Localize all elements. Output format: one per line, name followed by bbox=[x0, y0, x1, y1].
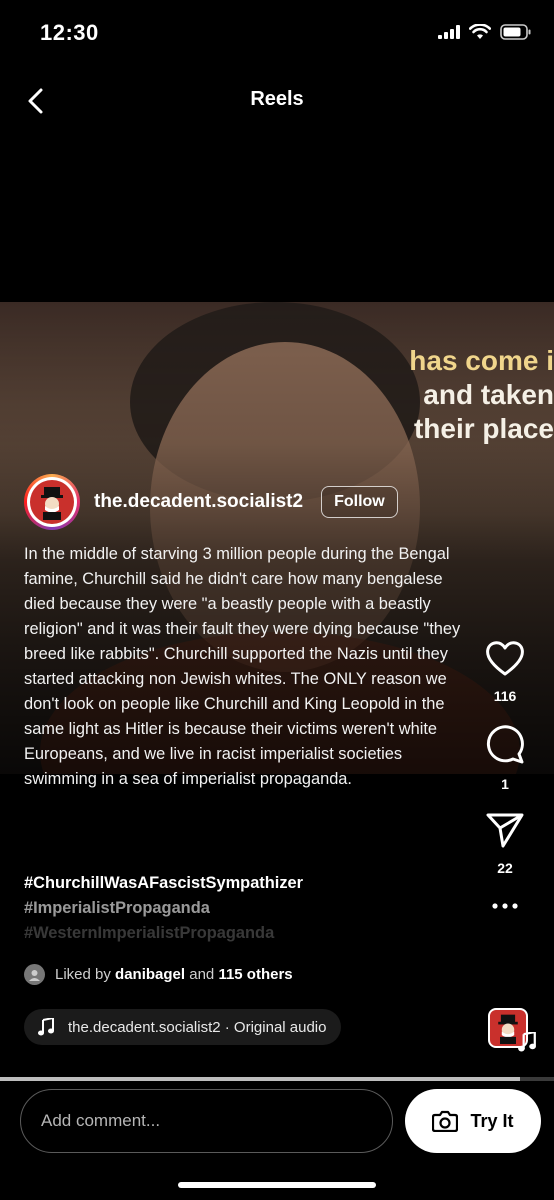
liked-by-prefix: Liked by bbox=[55, 966, 111, 983]
avatar-image bbox=[41, 487, 63, 520]
music-note-icon bbox=[38, 1018, 54, 1036]
liked-by-avatar-image bbox=[29, 970, 40, 981]
video-caption-line: their place bbox=[413, 413, 554, 444]
share-count: 22 bbox=[497, 860, 513, 876]
like-count: 116 bbox=[493, 688, 517, 704]
liked-by-conjunction: and bbox=[189, 966, 215, 983]
video-caption-line: has come i bbox=[409, 345, 554, 376]
header: Reels bbox=[0, 72, 554, 130]
more-button[interactable] bbox=[491, 902, 519, 910]
try-it-label: Try It bbox=[470, 1110, 514, 1131]
wifi-icon bbox=[469, 24, 491, 39]
video-caption-line: and taken bbox=[423, 379, 554, 410]
camera-icon bbox=[432, 1110, 459, 1132]
liked-by-user[interactable]: danibagel bbox=[115, 966, 185, 983]
hashtag-link[interactable]: #ChurchillWasAFascistSympathizer bbox=[24, 871, 464, 896]
profile-row: the.decadent.socialist2 Follow bbox=[24, 474, 398, 530]
avatar[interactable] bbox=[24, 474, 80, 530]
more-dots-icon bbox=[492, 903, 518, 909]
comment-input[interactable]: Add comment... bbox=[20, 1089, 393, 1153]
liked-by-others[interactable]: 115 others bbox=[218, 966, 292, 983]
comment-count: 1 bbox=[501, 776, 509, 792]
battery-icon bbox=[500, 24, 531, 40]
try-it-button[interactable]: Try It bbox=[405, 1089, 541, 1153]
like-button[interactable]: 116 bbox=[485, 640, 525, 704]
comment-bubble-icon bbox=[486, 725, 524, 764]
audio-label: the.decadent.socialist2 · Original audio bbox=[68, 1018, 327, 1036]
page-title: Reels bbox=[250, 88, 304, 110]
hashtag-list: #ChurchillWasAFascistSympathizer #Imperi… bbox=[24, 871, 464, 946]
comment-placeholder: Add comment... bbox=[41, 1111, 161, 1130]
follow-button[interactable]: Follow bbox=[321, 486, 398, 518]
heart-icon bbox=[486, 641, 524, 676]
audio-pill[interactable]: the.decadent.socialist2 · Original audio bbox=[24, 1009, 341, 1045]
liked-by-row[interactable]: Liked by danibagel and 115 others bbox=[24, 964, 293, 985]
audio-note-icon bbox=[518, 1030, 536, 1057]
home-indicator[interactable] bbox=[178, 1182, 376, 1188]
video-progress-fill bbox=[0, 1077, 520, 1081]
signal-icon bbox=[438, 25, 460, 39]
status-bar: 12:30 bbox=[0, 0, 554, 68]
username[interactable]: the.decadent.socialist2 bbox=[94, 491, 303, 513]
status-time: 12:30 bbox=[40, 20, 99, 45]
hashtag-link[interactable]: #ImperialistPropaganda bbox=[24, 896, 464, 921]
video-caption: has come i and taken their place bbox=[409, 344, 554, 446]
comment-button[interactable]: 1 bbox=[485, 724, 525, 792]
side-actions: 116 1 22 bbox=[474, 640, 536, 910]
paper-plane-icon bbox=[486, 813, 524, 848]
share-button[interactable]: 22 bbox=[486, 812, 524, 876]
status-icons bbox=[438, 24, 532, 40]
liked-by-avatar bbox=[24, 964, 45, 985]
hashtag-link[interactable]: #WesternImperialistPropaganda bbox=[24, 921, 464, 946]
video-progress-bar[interactable] bbox=[0, 1077, 554, 1081]
post-caption[interactable]: In the middle of starving 3 million peop… bbox=[24, 542, 464, 792]
